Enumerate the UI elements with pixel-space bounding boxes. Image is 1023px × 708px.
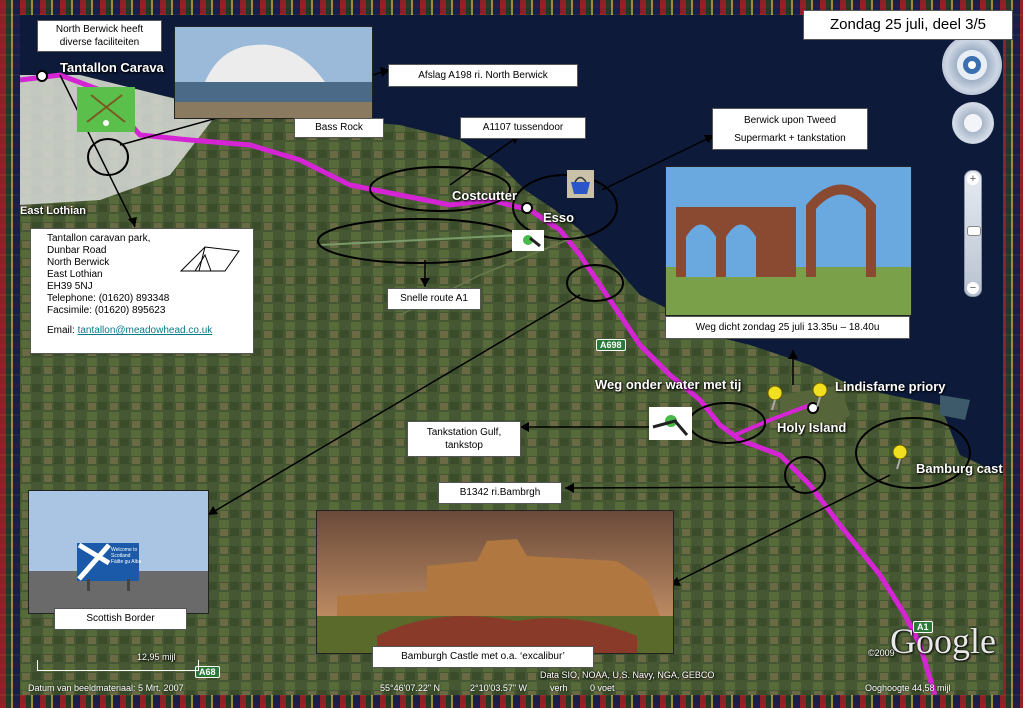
sign-text: Welcome to Scotland Fàilte gu Alba: [111, 547, 141, 565]
data-credits: Data SIO, NOAA, U.S. Navy, NGA, GEBCO: [540, 670, 715, 680]
zoom-slider[interactable]: + −: [964, 170, 982, 297]
callout-weg-dicht: Weg dicht zondag 25 juli 13.35u – 18.40u: [665, 316, 910, 339]
zoom-in-icon[interactable]: +: [967, 173, 979, 185]
label-bamburg: Bamburg cast: [916, 461, 1003, 476]
label-tantallon: Tantallon Carava: [60, 60, 164, 75]
callout-gulf: Tankstation Gulf, tankstop: [407, 421, 521, 457]
latitude: 55°46'07.22" N: [380, 683, 441, 693]
label-weg-onder-water: Weg onder water met tij: [595, 377, 742, 392]
elevation-value: 0 voet: [590, 683, 615, 693]
shopping-basket-icon: [567, 170, 594, 198]
page-title: Zondag 25 juli, deel 3/5: [803, 10, 1013, 40]
caravan-line-7: Facsimile: (01620) 895623: [47, 305, 166, 316]
label-holy-island: Holy Island: [777, 420, 847, 435]
zoom-out-icon[interactable]: −: [967, 282, 979, 294]
label-east-lothian: East Lothian: [20, 205, 87, 217]
scottish-border-photo: Welcome to Scotland Fàilte gu Alba: [28, 490, 209, 614]
road-shield-a698: A698: [596, 339, 626, 351]
caravan-park-info: Tantallon caravan park, Dunbar Road Nort…: [30, 228, 254, 354]
label-esso: Esso: [543, 210, 575, 225]
golf-icon: [77, 87, 135, 132]
label-costcutter: Costcutter: [452, 188, 518, 203]
callout-berwick: Berwick upon Tweed Supermarkt + tankstat…: [712, 108, 868, 150]
pan-control-icon[interactable]: [952, 102, 994, 144]
email-label: Email:: [47, 325, 75, 336]
callout-a1107: A1107 tussendoor: [460, 117, 586, 139]
scale-label: 12,95 mijl: [137, 652, 176, 662]
status-bar: Datum van beeldmateriaal: 5 Mrt. 2007 55…: [20, 683, 1003, 695]
zoom-thumb[interactable]: [967, 226, 981, 236]
imagery-date: Datum van beeldmateriaal: 5 Mrt. 2007: [28, 683, 184, 693]
compass-icon[interactable]: [942, 35, 1002, 95]
caravan-line-6: Telephone: (01620) 893348: [47, 293, 170, 304]
berwick-line2: Supermarkt + tankstation: [734, 132, 846, 144]
callout-bamburgh: Bamburgh Castle met o.a. ‘excalibur’: [372, 646, 594, 668]
callout-afslag: Afslag A198 ri. North Berwick: [388, 64, 578, 87]
callout-b1342: B1342 ri.Bambrgh: [438, 482, 562, 504]
callout-snelle-route: Snelle route A1: [387, 288, 481, 310]
tent-icon: [179, 246, 240, 272]
berwick-line1: Berwick upon Tweed: [743, 114, 837, 126]
callout-north-berwick: North Berwick heeft diverse faciliteiten: [37, 20, 162, 52]
longitude: 2°10'03.57" W: [470, 683, 528, 693]
gulf-fuel-icon: [649, 407, 692, 440]
bamburgh-castle-photo: [316, 510, 674, 654]
email-link[interactable]: tantallon@meadowhead.co.uk: [78, 325, 213, 336]
caravan-line-5: EH39 5NJ: [47, 281, 93, 292]
google-logo: Google: [890, 621, 996, 661]
label-lindisfarne: Lindisfarne priory: [835, 379, 946, 394]
elevation-label: verh: [550, 683, 568, 693]
fuel-nozzle-icon: [512, 230, 544, 251]
sign-line-3: Fàilte gu Alba: [111, 559, 142, 565]
bass-rock-photo: [174, 26, 373, 119]
callout-bass-rock: Bass Rock: [294, 118, 384, 138]
lindisfarne-priory-photo: [665, 166, 912, 316]
callout-scottish-border: Scottish Border: [54, 608, 187, 630]
eye-altitude: Ooghoogte 44,58 mijl: [865, 683, 951, 693]
